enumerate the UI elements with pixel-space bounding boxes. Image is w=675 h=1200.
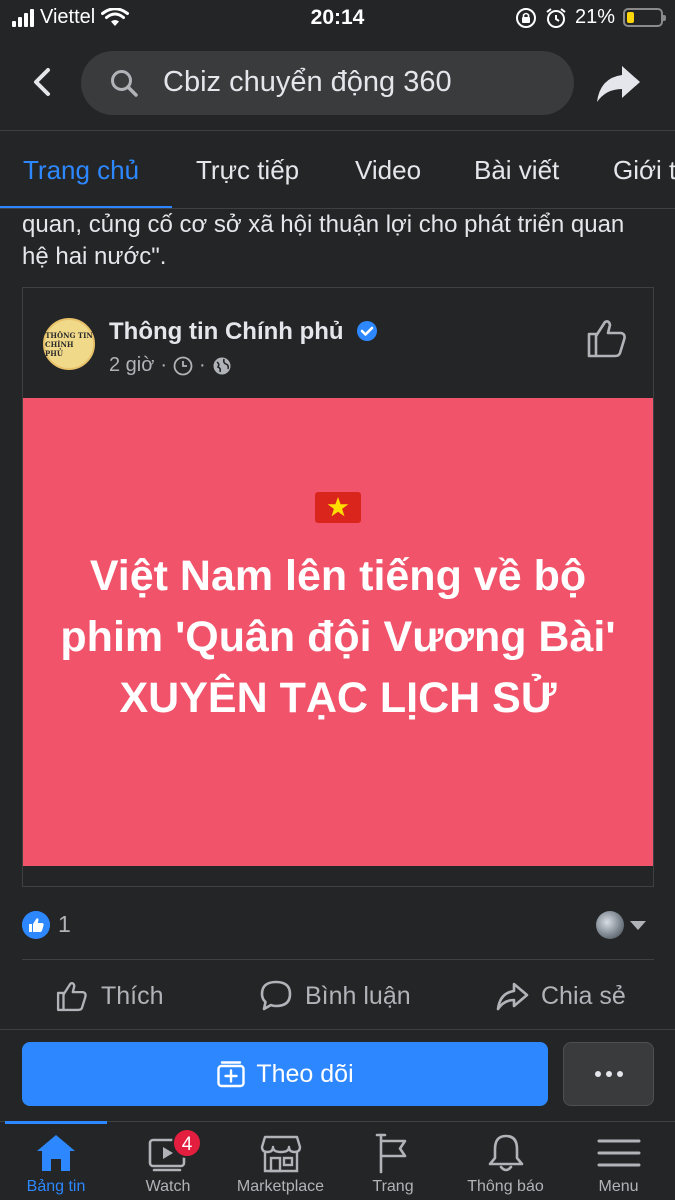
post-action-bar: Thích Bình luận Chia sẻ	[0, 961, 675, 1031]
alarm-icon	[546, 7, 566, 28]
home-icon	[37, 1135, 75, 1171]
nav-label-watch: Watch	[145, 1178, 191, 1195]
clock-icon	[173, 356, 193, 375]
share-label: Chia sẻ	[541, 981, 626, 1010]
tab-truc-tiep[interactable]: Trực tiếp	[196, 155, 299, 186]
back-arrow-icon[interactable]	[20, 60, 64, 104]
avatar-text-line2: CHÍNH PHỦ	[45, 339, 74, 358]
share-arrow-icon	[496, 982, 529, 1011]
globe-icon	[213, 357, 231, 374]
comment-label: Bình luận	[305, 981, 411, 1010]
like-page-icon[interactable]	[585, 316, 629, 360]
reactions-divider	[22, 959, 654, 960]
status-bar: Viettel 20:14 21%	[0, 0, 675, 38]
vietnam-flag-icon	[315, 492, 361, 523]
battery-icon	[623, 8, 666, 27]
bell-icon	[488, 1134, 523, 1172]
reaction-count: 1	[58, 911, 71, 937]
feed-post: quan, củng cố cơ sở xã hội thuận lợi cho…	[0, 209, 675, 1121]
marketplace-icon	[260, 1135, 301, 1173]
nav-watch[interactable]: 4 Watch	[112, 1122, 224, 1200]
page-name-text: Thông tin Chính phủ	[109, 318, 344, 345]
nav-news-feed[interactable]: Bảng tin	[0, 1122, 112, 1200]
share-icon[interactable]	[593, 58, 643, 108]
page-avatar[interactable]: THÔNG TIN CHÍNH PHỦ	[43, 318, 95, 370]
tab-bai-viet[interactable]: Bài viết	[474, 155, 559, 186]
like-reaction-icon	[22, 911, 50, 939]
post-banner[interactable]: Việt Nam lên tiếng về bộ phim 'Quân đội …	[23, 398, 653, 866]
follow-button[interactable]: Theo dõi	[22, 1042, 548, 1106]
post-time: 2 giờ	[109, 354, 155, 376]
actions-divider	[0, 1029, 675, 1030]
tab-gioi-thieu[interactable]: Giới t	[613, 155, 675, 186]
watch-badge: 4	[172, 1128, 202, 1158]
page-name[interactable]: Thông tin Chính phủ	[109, 318, 378, 346]
like-button[interactable]: Thích	[55, 979, 164, 1013]
search-header: Cbiz chuyển động 360	[0, 38, 675, 130]
nav-marketplace[interactable]: Marketplace	[224, 1122, 337, 1200]
verified-badge-icon	[357, 321, 378, 341]
avatar-text-line1: THÔNG TIN	[45, 330, 93, 340]
battery-percent: 21%	[574, 6, 615, 28]
search-input[interactable]: Cbiz chuyển động 360	[81, 51, 574, 115]
post-meta: 2 giờ · ·	[109, 354, 232, 377]
menu-icon	[597, 1139, 640, 1167]
viewer-avatar[interactable]	[596, 911, 624, 939]
share-button[interactable]: Chia sẻ	[495, 979, 626, 1013]
nav-label-menu: Menu	[598, 1178, 639, 1195]
nav-notifications[interactable]: Thông báo	[449, 1122, 562, 1200]
follow-page-icon	[217, 1061, 246, 1088]
like-label: Thích	[101, 981, 164, 1010]
chevron-down-icon[interactable]	[630, 921, 646, 930]
status-indicators: 21%	[515, 6, 666, 29]
nav-pages[interactable]: Trang	[337, 1122, 449, 1200]
tab-trang-chu[interactable]: Trang chủ	[23, 155, 139, 186]
more-dots-icon	[594, 1071, 623, 1077]
nav-label-news-feed: Bảng tin	[26, 1178, 86, 1195]
search-icon	[111, 70, 138, 97]
rotation-lock-icon	[515, 7, 536, 28]
search-query: Cbiz chuyển động 360	[163, 66, 452, 98]
nav-label-notifications: Thông báo	[467, 1178, 544, 1195]
comment-icon	[260, 980, 292, 1011]
nav-label-marketplace: Marketplace	[236, 1178, 325, 1195]
page-tabs: Trang chủ Trực tiếp Video Bài viết Giới …	[0, 131, 675, 209]
bottom-navigation: Bảng tin 4 Watch Marketplace Trang Thông…	[0, 1121, 675, 1200]
shared-post-card[interactable]: THÔNG TIN CHÍNH PHỦ Thông tin Chính phủ …	[22, 287, 654, 887]
battery-level	[627, 12, 634, 23]
banner-headline: Việt Nam lên tiếng về bộ phim 'Quân đội …	[60, 552, 616, 722]
more-options-button[interactable]	[563, 1042, 654, 1106]
nav-menu[interactable]: Menu	[562, 1122, 675, 1200]
thumbs-up-icon	[56, 982, 87, 1012]
tab-video[interactable]: Video	[355, 155, 421, 186]
comment-button[interactable]: Bình luận	[259, 979, 411, 1013]
follow-label: Theo dõi	[256, 1059, 354, 1088]
reactions-summary[interactable]: 1	[22, 909, 654, 941]
flag-icon	[375, 1133, 407, 1174]
nav-label-pages: Trang	[372, 1178, 414, 1195]
post-body-text: quan, củng cố cơ sở xã hội thuận lợi cho…	[22, 211, 625, 270]
